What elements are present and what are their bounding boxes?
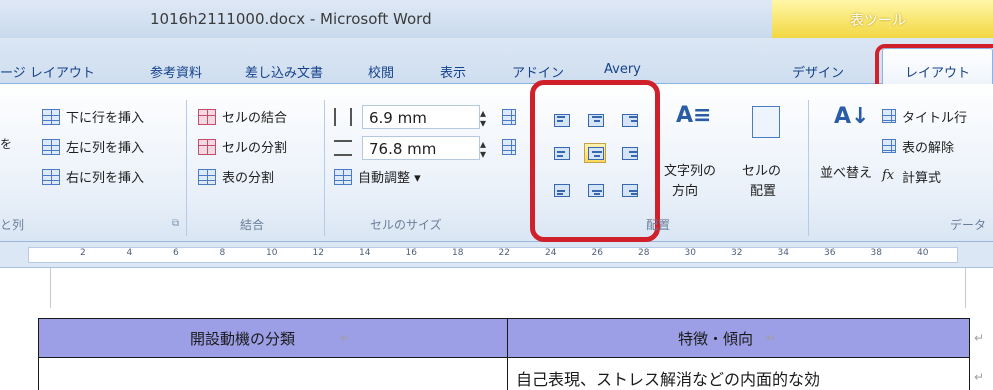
distribute-columns-icon[interactable]: [502, 139, 516, 155]
tab-page-layout[interactable]: ージ レイアウト: [0, 62, 95, 81]
tab-addins[interactable]: アドイン: [512, 62, 564, 81]
ruler-number: 8: [219, 248, 226, 258]
ribbon-tab-row: [0, 38, 993, 84]
ruler-number: 30: [684, 248, 696, 258]
group-label-data: データ: [950, 218, 987, 232]
ruler-number: 14: [359, 248, 371, 258]
convert-to-text-icon: [882, 139, 896, 153]
ruler-number: 4: [126, 248, 133, 258]
insert-column-right-button[interactable]: 右に列を挿入: [66, 167, 144, 186]
sort-button[interactable]: 並べ替え: [820, 162, 872, 181]
repeat-header-rows-button[interactable]: タイトル行: [902, 107, 967, 126]
table-header-text-classification: 開設動機の分類: [190, 330, 296, 348]
ruler-number: 18: [452, 248, 464, 258]
ruler-text-area: [28, 247, 958, 263]
insert-column-left-button[interactable]: 左に列を挿入: [66, 137, 144, 156]
distribute-rows-icon[interactable]: [502, 109, 516, 125]
text-direction-button-line1[interactable]: 文字列の: [664, 160, 716, 179]
group-label-merge: 結合: [240, 218, 265, 232]
ruler-number: 6: [173, 248, 179, 258]
insert-column-left-icon: [42, 139, 60, 155]
insert-row-below-icon: [42, 109, 60, 125]
ruler-number: 10: [266, 248, 278, 258]
insert-row-below-button[interactable]: 下に行を挿入: [66, 107, 144, 126]
tab-view[interactable]: 表示: [440, 62, 466, 81]
ruler-number: 22: [498, 248, 510, 258]
table-cell-row1-col1[interactable]: [38, 358, 508, 390]
tab-design[interactable]: デザイン: [792, 62, 844, 81]
split-table-icon: [198, 169, 216, 185]
rows-cols-dialog-launcher-icon[interactable]: ⧉: [172, 218, 179, 229]
sort-icon[interactable]: A↓: [834, 104, 869, 129]
ruler-number: 16: [405, 248, 417, 258]
repeat-header-rows-icon: [882, 109, 896, 123]
group-label-cell-size: セルのサイズ: [370, 218, 442, 232]
cell-margins-button-line1[interactable]: セルの: [742, 160, 781, 179]
merge-cells-button[interactable]: セルの結合: [222, 107, 287, 126]
group-separator: [324, 100, 325, 236]
ruler-number: 38: [870, 248, 882, 258]
text-direction-button-line2[interactable]: 方向: [672, 180, 698, 199]
group-separator: [808, 100, 809, 236]
split-cells-button[interactable]: セルの分割: [222, 137, 287, 156]
group-label-rows-cols: と列: [0, 218, 25, 232]
row-end-mark: ↵: [974, 331, 985, 345]
ruler-number: 28: [638, 248, 650, 258]
right-margin-guide: [965, 268, 966, 308]
table-cell-text-row1-col2: 自己表現、ストレス解消などの内面的な効: [516, 370, 821, 389]
ruler-number: 2: [80, 248, 86, 258]
left-margin-guide: [50, 268, 51, 308]
row-height-icon: [334, 108, 352, 126]
autofit-button[interactable]: 自動調整 ▾: [358, 167, 421, 186]
ruler-number: 26: [591, 248, 603, 258]
tab-mailings[interactable]: 差し込み文書: [245, 62, 323, 81]
group-separator: [186, 100, 187, 236]
cell-margins-button-line2[interactable]: 配置: [750, 180, 776, 199]
ruler-number: 36: [824, 248, 836, 258]
split-cells-icon: [198, 139, 216, 155]
group-label-alignment: 配置: [646, 218, 671, 232]
convert-to-text-button[interactable]: 表の解除: [902, 137, 954, 156]
window-title: 1016h2111000.docx - Microsoft Word: [150, 10, 432, 28]
paragraph-mark: ↵: [766, 331, 777, 345]
table-tools-label: 表ツール: [850, 13, 906, 29]
ruler-number: 12: [312, 248, 324, 258]
paragraph-mark: ↵: [340, 331, 351, 345]
column-width-icon: [334, 140, 352, 156]
merge-cells-icon: [198, 109, 216, 125]
insert-column-right-icon: [42, 169, 60, 185]
autofit-icon: [334, 169, 352, 185]
cell-margins-icon[interactable]: [752, 106, 780, 138]
tab-references[interactable]: 参考資料: [150, 62, 202, 81]
column-width-spinner-icon[interactable]: ▴ ▾: [480, 138, 486, 160]
formula-button[interactable]: 計算式: [902, 167, 941, 186]
tab-review[interactable]: 校閲: [368, 62, 394, 81]
highlight-box-alignment: [530, 80, 660, 242]
table-header-text-features: 特徴・傾向: [678, 330, 754, 348]
ruler-number: 40: [917, 248, 929, 258]
split-table-button[interactable]: 表の分割: [222, 167, 274, 186]
ruler-number: 32: [731, 248, 743, 258]
column-width-input[interactable]: 76.8 mm: [362, 136, 480, 160]
insert-above-partial-label: を: [0, 137, 13, 151]
row-height-spinner-icon[interactable]: ▴ ▾: [480, 107, 486, 129]
formula-icon: fx: [882, 168, 895, 183]
row-end-mark: ↵: [974, 370, 985, 384]
tab-avery[interactable]: Avery: [604, 62, 641, 77]
ruler-number: 24: [545, 248, 557, 258]
text-direction-icon[interactable]: A≡: [676, 103, 711, 128]
row-height-input[interactable]: 6.9 mm: [362, 105, 480, 129]
ruler-number: 34: [777, 248, 789, 258]
